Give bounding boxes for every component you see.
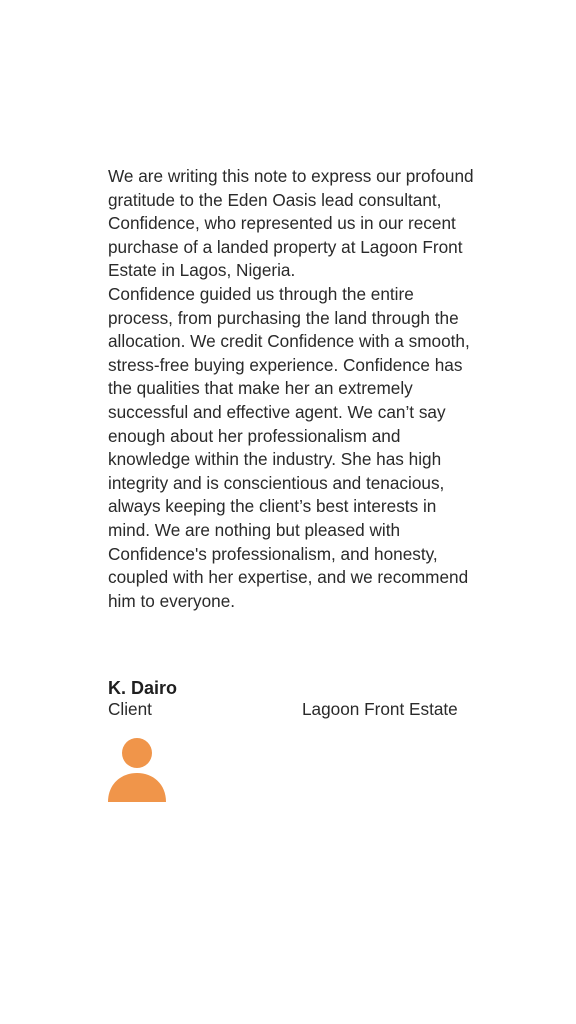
person-icon <box>108 738 166 802</box>
testimonial-page: We are writing this note to express our … <box>0 0 576 1024</box>
signer-name: K. Dairo <box>108 678 178 698</box>
signer-role: Client <box>108 699 152 719</box>
signer-estate: Lagoon Front Estate <box>302 699 458 719</box>
testimonial-text: We are writing this note to express our … <box>108 165 480 613</box>
testimonial-paragraph: We are writing this note to express our … <box>108 166 474 281</box>
testimonial-paragraph: Confidence guided us through the entire … <box>108 283 470 611</box>
